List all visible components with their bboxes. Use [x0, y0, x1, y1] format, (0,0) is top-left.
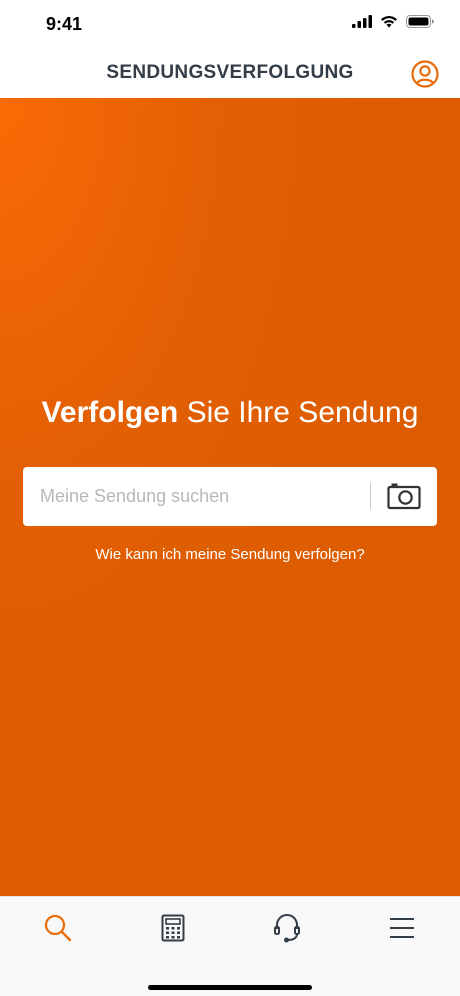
bottom-tab-bar: [0, 896, 460, 996]
tracking-search-input[interactable]: [40, 467, 360, 526]
hero-headline-strong: Verfolgen: [41, 396, 179, 429]
tab-menu[interactable]: [382, 913, 422, 943]
hero-headline: Verfolgen Sie Ihre Sendung: [0, 396, 460, 430]
wifi-icon: [381, 16, 397, 28]
menu-icon: [390, 918, 414, 938]
tab-support[interactable]: [267, 913, 307, 943]
calculator-icon: [161, 914, 185, 942]
scan-camera-button[interactable]: [387, 482, 421, 510]
account-button[interactable]: [410, 59, 440, 89]
user-account-icon: [411, 60, 439, 88]
tracking-help-link[interactable]: Wie kann ich meine Sendung verfolgen?: [0, 546, 460, 563]
tracking-search-box: [23, 467, 437, 526]
status-icons: [352, 15, 434, 28]
search-divider: [370, 483, 371, 509]
tab-calculator[interactable]: [153, 913, 193, 943]
tab-search[interactable]: [38, 913, 78, 943]
status-bar: 9:41: [0, 0, 460, 50]
header: SENDUNGSVERFOLGUNG: [0, 50, 460, 98]
headset-icon: [274, 914, 300, 943]
page-title: SENDUNGSVERFOLGUNG: [106, 62, 354, 83]
cellular-signal-icon: [352, 15, 372, 28]
tracking-hero: Verfolgen Sie Ihre Sendung Wie kann ich …: [0, 98, 460, 896]
camera-icon: [387, 483, 421, 510]
status-time: 9:41: [46, 14, 83, 34]
search-icon: [44, 914, 72, 942]
battery-icon: [406, 15, 434, 28]
hero-headline-rest: Sie Ihre Sendung: [178, 396, 419, 429]
home-indicator: [148, 985, 312, 990]
